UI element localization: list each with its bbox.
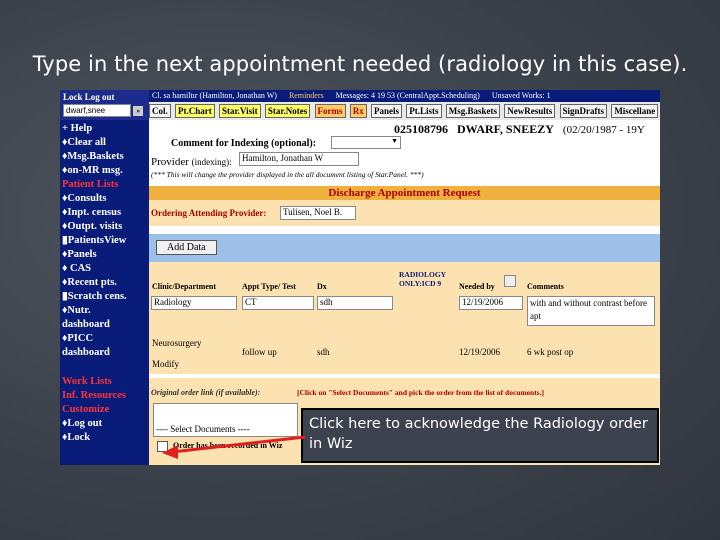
- add-data-button[interactable]: Add Data: [156, 240, 217, 255]
- tab-miscellaneous[interactable]: Miscellane: [611, 104, 659, 118]
- sidebar-login-area: Lock Log out »: [60, 90, 149, 120]
- calendar-icon[interactable]: [504, 275, 516, 287]
- reminders-link[interactable]: Reminders: [289, 91, 324, 100]
- current-user: Cl. sа hamiltır (Hamilton, Jonathan W): [152, 91, 277, 100]
- sidebar-item-lock[interactable]: ♦Lock: [60, 431, 126, 445]
- comments-text-1: with and without contrast before apt: [530, 298, 647, 321]
- status-bar: Cl. sа hamiltır (Hamilton, Jonathan W) R…: [149, 90, 660, 102]
- tab-pt-chart[interactable]: Pt.Chart: [175, 104, 215, 118]
- order-recorded-checkbox[interactable]: [157, 441, 168, 452]
- clinic-text-2: Neurosurgery: [152, 338, 202, 348]
- select-documents-listbox[interactable]: ---- Select Documents ----: [153, 403, 298, 437]
- sidebar: Lock Log out » + Help ♦Clear all ♦Msg.Ba…: [60, 90, 149, 465]
- patient-mrn: 025108796: [394, 122, 448, 136]
- needed-input-1[interactable]: 12/19/2006: [459, 296, 523, 310]
- discharge-header: Discharge Appointment Request: [149, 186, 660, 200]
- dx-text-2: sdh: [317, 347, 330, 357]
- tab-star-visit[interactable]: Star.Visit: [219, 104, 261, 118]
- tab-new-results[interactable]: NewResults: [504, 104, 556, 118]
- patient-header: 025108796 DWARF, SNEEZY (02/20/1987 - 19…: [149, 120, 660, 136]
- patient-dob: (02/20/1987 - 19Y: [562, 124, 645, 136]
- clinic-input-1[interactable]: Radiology: [151, 296, 237, 310]
- tab-rx[interactable]: Rx: [349, 104, 367, 118]
- provider-input[interactable]: Hamilton, Jonathan W: [239, 152, 359, 166]
- col-header-appt: Appt Type/ Test: [242, 282, 296, 291]
- patient-name: DWARF, SNEEZY: [457, 122, 554, 136]
- tab-panels[interactable]: Panels: [371, 104, 403, 118]
- ordering-provider-input[interactable]: Tulisen, Noel B.: [280, 206, 356, 220]
- col-header-needed: Needed by: [459, 282, 495, 291]
- appointment-table: Clinic/Department Appt Type/ Test Dx RAD…: [149, 262, 660, 374]
- sidebar-item-inpt-census[interactable]: ♦Inpt. census: [60, 206, 149, 220]
- sidebar-item-msg-baskets[interactable]: ♦Msg.Baskets: [60, 150, 149, 164]
- sidebar-item-inf-resources[interactable]: Inf. Resources: [60, 389, 126, 403]
- order-recorded-label: Order has been recorded in Wiz: [173, 441, 283, 450]
- search-go-button[interactable]: »: [133, 105, 144, 116]
- tab-star-notes[interactable]: Star.Notes: [264, 104, 311, 118]
- patient-search-input[interactable]: [63, 104, 131, 117]
- sidebar-item-log-out[interactable]: ♦Log out: [60, 417, 126, 431]
- modify-link[interactable]: Modify: [152, 359, 179, 369]
- sidebar-item-customize[interactable]: Customize: [60, 403, 126, 417]
- sidebar-item-scratch-cens[interactable]: ▮Scratch cens.: [60, 290, 149, 304]
- sidebar-item-outpt-visits[interactable]: ♦Outpt. visits: [60, 220, 149, 234]
- col-header-clinic: Clinic/Department: [152, 282, 216, 291]
- lock-logout-links[interactable]: Lock Log out: [63, 92, 146, 102]
- sidebar-item-nutr[interactable]: ♦Nutr.: [60, 304, 149, 318]
- sidebar-item-panels[interactable]: ♦Panels: [60, 248, 149, 262]
- dx-input-1[interactable]: sdh: [317, 296, 393, 310]
- sidebar-item-work-lists[interactable]: Work Lists: [60, 375, 126, 389]
- sidebar-item-cas[interactable]: ♦ CAS: [60, 262, 149, 276]
- messages-link[interactable]: Messages: 4 19 53 (CentralAppt.Schedulin…: [336, 91, 480, 100]
- sidebar-item-recent-pts[interactable]: ♦Recent pts.: [60, 276, 149, 290]
- instruction-callout: Click here to acknowledge the Radiology …: [301, 408, 659, 463]
- tab-sign-drafts[interactable]: SignDrafts: [559, 104, 608, 118]
- comment-label: Comment for Indexing (optional):: [171, 138, 317, 149]
- original-order-note: [Click on "Select Documents" and pick th…: [297, 388, 544, 397]
- comments-input-1[interactable]: with and without contrast before apt: [527, 296, 655, 326]
- sidebar-item-consults[interactable]: ♦Consults: [60, 192, 149, 206]
- needed-text-2: 12/19/2006: [459, 347, 501, 357]
- sidebar-item-help[interactable]: + Help: [60, 122, 149, 136]
- tab-pt-lists[interactable]: Pt.Lists: [406, 104, 442, 118]
- chevron-down-icon: ▼: [391, 137, 398, 145]
- sidebar-item-non-mr-msg[interactable]: ♦on-MR msg.: [60, 164, 149, 178]
- toolbar-tabs: Col. Pt.Chart Star.Visit Star.Notes Form…: [149, 102, 660, 120]
- sidebar-item-nutr-dashboard[interactable]: dashboard: [60, 318, 149, 332]
- original-order-label: Original order link (if available):: [151, 388, 261, 397]
- ordering-provider-row: Ordering Attending Provider: Tulisen, No…: [149, 200, 660, 226]
- unsaved-works-link[interactable]: Unsaved Works: 1: [492, 91, 551, 100]
- provider-indexing-text: (indexing):: [191, 157, 232, 167]
- sidebar-item-picc[interactable]: ♦PICC: [60, 332, 149, 346]
- sidebar-item-picc-dashboard[interactable]: dashboard: [60, 346, 149, 360]
- sidebar-item-clear-all[interactable]: ♦Clear all: [60, 136, 149, 150]
- tab-msg-baskets[interactable]: Msg.Baskets: [445, 104, 501, 118]
- tab-forms[interactable]: Forms: [314, 104, 346, 118]
- sidebar-item-patients-view[interactable]: ▮PatientsView: [60, 234, 149, 248]
- comment-indexing-select[interactable]: ▼: [331, 136, 401, 149]
- slide-title: Type in the next appointment needed (rad…: [32, 52, 688, 76]
- ordering-provider-label: Ordering Attending Provider:: [151, 208, 267, 218]
- comments-text-2: 6 wk post op: [527, 347, 574, 357]
- sidebar-item-patient-lists[interactable]: Patient Lists: [60, 178, 149, 192]
- add-data-bar: Add Data: [149, 234, 660, 262]
- col-header-comments: Comments: [527, 282, 564, 291]
- tab-col[interactable]: Col.: [149, 104, 171, 118]
- col-header-radiology: RADIOLOGY ONLY:ICD 9: [399, 270, 446, 288]
- appt-input-1[interactable]: CT: [242, 296, 314, 310]
- appt-text-2: follow up: [242, 347, 277, 357]
- provider-note: (*** This will change the provider displ…: [151, 170, 424, 179]
- provider-label-text: Provider: [151, 156, 189, 168]
- provider-label: Provider (indexing):: [151, 156, 232, 168]
- col-header-dx: Dx: [317, 282, 327, 291]
